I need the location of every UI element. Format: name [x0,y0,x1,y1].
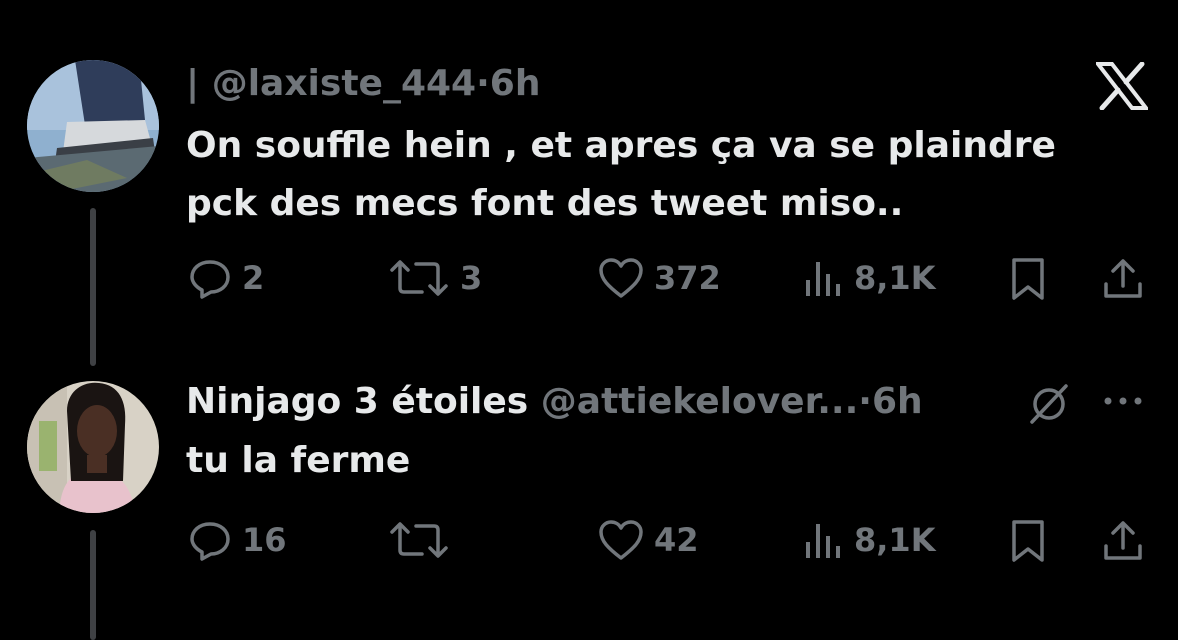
tweet-1-handle[interactable]: @laxiste_444 [212,63,476,104]
top-bar [0,0,1178,24]
circle-slash-icon[interactable] [1026,382,1072,430]
reply-count: 16 [242,521,287,559]
tweet-2-time[interactable]: 6h [872,381,923,422]
heart-icon [599,258,643,298]
views-bars-icon [806,262,840,296]
repost-icon [390,522,448,558]
like-count: 42 [654,521,699,559]
heart-icon [599,520,643,560]
reply-count: 2 [242,259,265,297]
x-logo-icon[interactable] [1093,61,1151,114]
tweet-1-separator: · [476,63,490,104]
views-count: 8,1K [854,259,936,297]
avatar-image-person [27,381,159,513]
share-icon[interactable] [1100,256,1146,306]
repost-button[interactable] [388,518,460,562]
tweet-2-text-line-1: tu la ferme [186,440,411,481]
like-count: 372 [654,259,721,297]
tweet-1-text-line-2: pck des mecs font des tweet miso.. [186,183,904,224]
header-prefix: | [186,63,200,104]
avatar-image-shoe [27,60,159,192]
thread-line-2 [90,530,96,640]
like-button[interactable]: 42 [598,518,699,562]
bookmark-icon[interactable] [1008,518,1048,568]
views-button[interactable]: 8,1K [804,518,935,562]
bookmark-icon[interactable] [1008,256,1048,306]
reply-button[interactable]: 16 [188,518,287,562]
tweet-1-time[interactable]: 6h [490,63,541,104]
like-button[interactable]: 372 [598,256,721,300]
reply-bubble-icon [190,260,230,299]
more-dots-icon[interactable] [1100,386,1146,420]
thread-line-1 [90,208,96,366]
views-bars-icon [806,524,840,558]
avatar-tweet-2[interactable] [27,381,159,513]
tweet-2-header: Ninjago 3 étoiles @attiekelover...·6h [186,380,923,424]
tweet-1-text-line-1: On souffle hein , et apres ça va se plai… [186,125,1056,166]
avatar-tweet-1[interactable] [27,60,159,192]
tweet-2-handle[interactable]: @attiekelover... [541,381,858,422]
repost-count: 3 [460,259,483,297]
repost-icon [390,260,448,296]
tweet-2-display-name[interactable]: Ninjago 3 étoiles [186,381,528,422]
views-count: 8,1K [854,521,936,559]
reply-bubble-icon [190,522,230,561]
repost-button[interactable]: 3 [388,256,482,300]
tweet-2-separator: · [858,381,872,422]
tweet-1-header: | @laxiste_444·6h [186,62,540,106]
views-button[interactable]: 8,1K [804,256,935,300]
share-icon[interactable] [1100,518,1146,568]
reply-button[interactable]: 2 [188,256,264,300]
